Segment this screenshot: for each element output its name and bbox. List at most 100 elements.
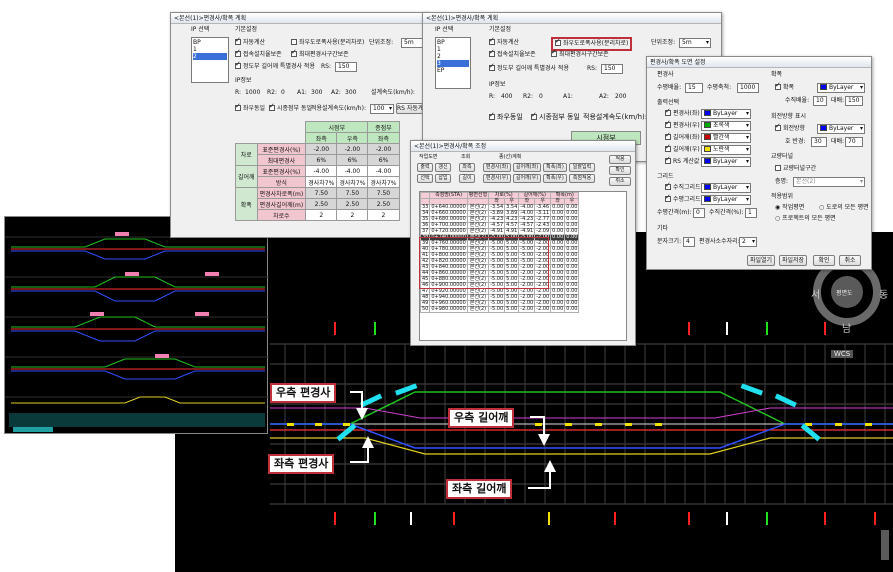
same-end-checkbox[interactable]: 시종점부 동일 [269, 102, 312, 113]
curve-checkbox[interactable]: 회전방향 [775, 122, 805, 133]
rs-input[interactable]: 150 [335, 62, 357, 72]
checkbox-icon[interactable] [775, 122, 781, 131]
apply-button[interactable]: 적용 [609, 155, 631, 164]
table-cell[interactable]: 6% [367, 154, 400, 166]
v-interval-input[interactable]: 1 [745, 208, 757, 218]
table-cell[interactable]: -2.00 [305, 143, 338, 155]
table-cell[interactable]: 본선(2) [466, 306, 490, 313]
color-combo[interactable]: 초록색 [701, 121, 751, 131]
decimal-combo[interactable]: 2 [739, 237, 757, 247]
auto-calc-checkbox[interactable]: 자동계산 [489, 36, 519, 47]
color-combo[interactable]: 빨간색 [701, 133, 751, 143]
v-scale-input[interactable]: 1000 [737, 83, 759, 93]
radio-icon[interactable]: ○ [775, 215, 780, 222]
arc-input2[interactable]: 70 [845, 137, 863, 147]
checkbox-icon[interactable] [665, 155, 671, 164]
table-cell[interactable]: 7.50 [336, 187, 369, 199]
table-cell[interactable]: -2.00 [367, 143, 400, 155]
radio-icon[interactable]: ○ [819, 204, 824, 211]
widen-left-button[interactable]: 확폭(좌) [543, 163, 567, 172]
lr-road-checkbox[interactable]: 좌우도로폭사용(분리차로) [291, 39, 364, 47]
color-combo[interactable]: 노란색 [701, 145, 751, 155]
apply-speed-combo[interactable]: 100 [370, 104, 394, 114]
layer-combo[interactable]: 본선(2) [793, 177, 865, 187]
max-section-checkbox[interactable]: 최대편경사구간보존 [291, 48, 349, 59]
compass-west[interactable]: 서 [811, 286, 820, 301]
color-combo[interactable]: ByLayer [701, 157, 751, 167]
h-interval-input[interactable]: 0 [693, 208, 705, 218]
checkbox-icon[interactable] [235, 36, 241, 45]
lr-road-checkbox[interactable]: 좌우도로폭사용(분리차로) [551, 37, 633, 51]
table-cell[interactable]: -2.00 [534, 306, 552, 313]
ip-listbox[interactable]: BP 1 2 3 EP [435, 37, 471, 89]
select-button[interactable]: 선택 [417, 174, 433, 183]
ip-item[interactable]: 2 [437, 53, 469, 60]
checkbox-icon[interactable] [291, 39, 297, 45]
cancel-button[interactable]: 취소 [839, 255, 861, 266]
grid-h-checkbox[interactable]: 수평그리드 [665, 193, 701, 204]
v-scale2-input[interactable]: 10 [813, 96, 827, 106]
ip-item[interactable]: BP [193, 39, 227, 46]
table-cell[interactable]: -2.00 [518, 306, 536, 313]
text-size-input[interactable]: 4 [683, 237, 695, 247]
confirm-button[interactable]: 확인 [609, 166, 631, 175]
max-section-checkbox[interactable]: 최대편경사구간보존 [551, 48, 609, 59]
checkbox-icon[interactable] [775, 81, 781, 90]
checkbox-icon[interactable] [235, 102, 241, 111]
same-lr-checkbox[interactable]: 좌우동일 [489, 111, 523, 121]
checkbox-icon[interactable] [665, 181, 671, 190]
wcs-label[interactable]: WCS [831, 350, 854, 358]
table-cell[interactable]: -2.00 [336, 143, 369, 155]
checkbox-icon[interactable] [235, 48, 241, 57]
arc-input[interactable]: 30 [811, 137, 827, 147]
ip-item[interactable]: BP [437, 39, 469, 46]
left-button[interactable]: 좌측 [459, 163, 475, 172]
cad-overview-viewport[interactable] [4, 216, 269, 434]
table-cell[interactable]: -4.00 [336, 165, 369, 177]
table-cell[interactable]: 경사차7% [305, 176, 338, 188]
range-project-radio[interactable]: ○ 프로젝트의 모든 평면 [775, 215, 836, 223]
curve-color-combo[interactable]: ByLayer [817, 124, 865, 134]
batch-input-button[interactable]: 일괄입력 [569, 163, 595, 172]
table-row[interactable]: 50 0+980.00000 본선(2) -5.00 5.00 -2.00 -2.00 0.0… [420, 306, 580, 313]
checkbox-icon[interactable] [775, 165, 781, 171]
widen-checkbox[interactable]: 확폭 [775, 81, 794, 92]
checkbox-icon[interactable] [291, 48, 297, 57]
widen-option-checkbox[interactable]: 정도부 길어깨 특별경사 적용 [489, 62, 569, 73]
table-cell[interactable]: 2.50 [305, 198, 338, 210]
checkbox-icon[interactable] [269, 102, 275, 111]
checkbox-icon[interactable] [489, 111, 495, 120]
table-cell[interactable]: 7.50 [367, 187, 400, 199]
station-apply-button[interactable]: 측점적용 [569, 174, 595, 183]
file-save-button[interactable]: 파일저장 [779, 255, 807, 266]
table-cell[interactable]: 경사차7% [336, 176, 369, 188]
checkbox-icon[interactable] [531, 111, 537, 120]
checkbox-icon[interactable] [665, 131, 671, 140]
table-cell[interactable]: 6% [305, 154, 338, 166]
checkbox-icon[interactable] [665, 107, 671, 116]
shoulder-left-button[interactable]: 길어깨(좌) [513, 163, 541, 172]
row-index-cell[interactable]: 50 [420, 306, 431, 313]
same-end-checkbox[interactable]: 시종점부 동일 [531, 111, 580, 121]
auto-calc-checkbox[interactable]: 자동계산 [235, 36, 265, 47]
radio-selected-icon[interactable]: ◉ [775, 204, 780, 211]
table-cell[interactable]: -4.00 [305, 165, 338, 177]
widen-right-button[interactable]: 확폭(우) [543, 174, 567, 183]
refresh-button[interactable]: 갱신 [435, 163, 451, 172]
table-cell[interactable]: 2.50 [367, 198, 400, 210]
same-lr-checkbox[interactable]: 좌우동일 [235, 102, 265, 113]
grid-v-checkbox[interactable]: 수직그리드 [665, 181, 701, 192]
checkbox-icon[interactable] [665, 193, 671, 202]
table-cell[interactable]: 0.00 [564, 306, 580, 313]
grid-h-color-combo[interactable]: ByLayer [701, 195, 751, 205]
cross-checkbox[interactable]: 교량터널구간 [775, 165, 816, 173]
color-combo[interactable]: ByLayer [701, 109, 751, 119]
unit-adjust-combo[interactable]: 5m [679, 38, 711, 48]
grid-v-color-combo[interactable]: ByLayer [701, 183, 751, 193]
checkbox-icon[interactable] [489, 62, 495, 71]
ip-item[interactable]: 1 [437, 46, 469, 53]
table-cell[interactable]: 2 [305, 209, 338, 221]
rs-input[interactable]: 150 [601, 64, 623, 74]
super-right-button[interactable]: 편경사(우) [483, 174, 511, 183]
compass-center-label[interactable]: 평면도 [836, 288, 853, 297]
